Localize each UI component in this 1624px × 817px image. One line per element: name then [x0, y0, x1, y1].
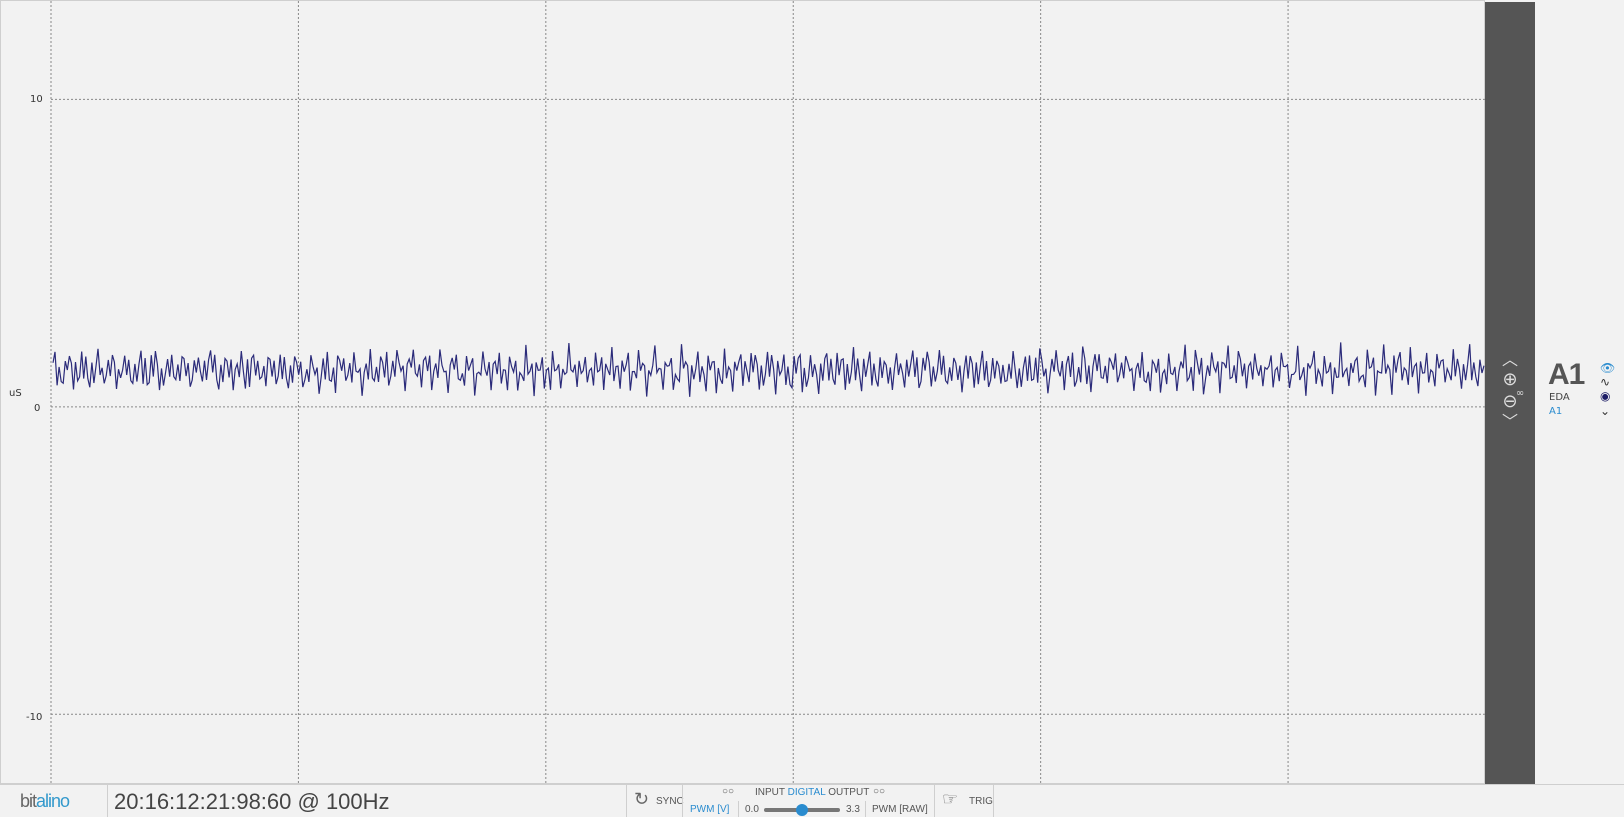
channel-panel: A1 EDA A1 👁 ∿ ◉ ⌄ [1536, 0, 1624, 784]
pwm-raw-label: PWM [RAW] [872, 804, 928, 815]
channel-sensor: EDA [1549, 392, 1570, 403]
chevron-down-icon[interactable]: ⌄ [1600, 404, 1610, 418]
signal-plot[interactable]: 10 0 -10 uS [0, 0, 1486, 785]
eye-icon[interactable]: 👁 [1600, 361, 1615, 375]
y-unit-label: uS [9, 388, 22, 399]
y-tick-0: 0 [34, 403, 41, 414]
pwm-slider[interactable] [764, 804, 840, 816]
record-dot-icon[interactable]: ◉ [1600, 389, 1610, 403]
sync-icon[interactable]: ↻ [634, 789, 649, 810]
digital-input-leds: ○○ [722, 786, 735, 797]
trig-button[interactable]: TRIG [969, 796, 993, 807]
pwm-slider-knob[interactable] [796, 804, 808, 816]
pwm-volts-label: PWM [V] [690, 804, 730, 815]
bitalino-logo: bitalino [20, 791, 70, 811]
y-tick-10: 10 [30, 94, 43, 105]
status-bar: bitalino 20:16:12:21:98:60 @ 100Hz ↻ SYN… [0, 784, 1624, 817]
eda-signal-line [52, 342, 1485, 397]
hand-pointer-icon[interactable]: ☞ [942, 789, 958, 810]
chevron-up-icon[interactable]: ︿ [1485, 352, 1535, 368]
device-address: 20:16:12:21:98:60 @ 100Hz [114, 789, 390, 814]
chevron-down-icon[interactable]: ﹀ [1485, 414, 1535, 430]
y-tick-minus-10: -10 [26, 712, 43, 723]
plot-canvas [50, 1, 1486, 785]
pwm-min: 0.0 [745, 804, 759, 815]
plot-grid [50, 1, 1486, 785]
sync-button[interactable]: SYNC [656, 796, 684, 807]
pwm-max: 3.3 [846, 804, 860, 815]
channel-port: A1 [1549, 406, 1563, 417]
waveform-icon[interactable]: ∿ [1600, 375, 1610, 389]
channel-name: A1 [1548, 358, 1585, 391]
digital-io-label: INPUT DIGITAL OUTPUT [755, 787, 870, 798]
zoom-bar[interactable]: ︿ ⊕ ⊖ ﹀ ∞ [1485, 2, 1535, 784]
digital-output-leds[interactable]: ○○ [873, 786, 885, 797]
